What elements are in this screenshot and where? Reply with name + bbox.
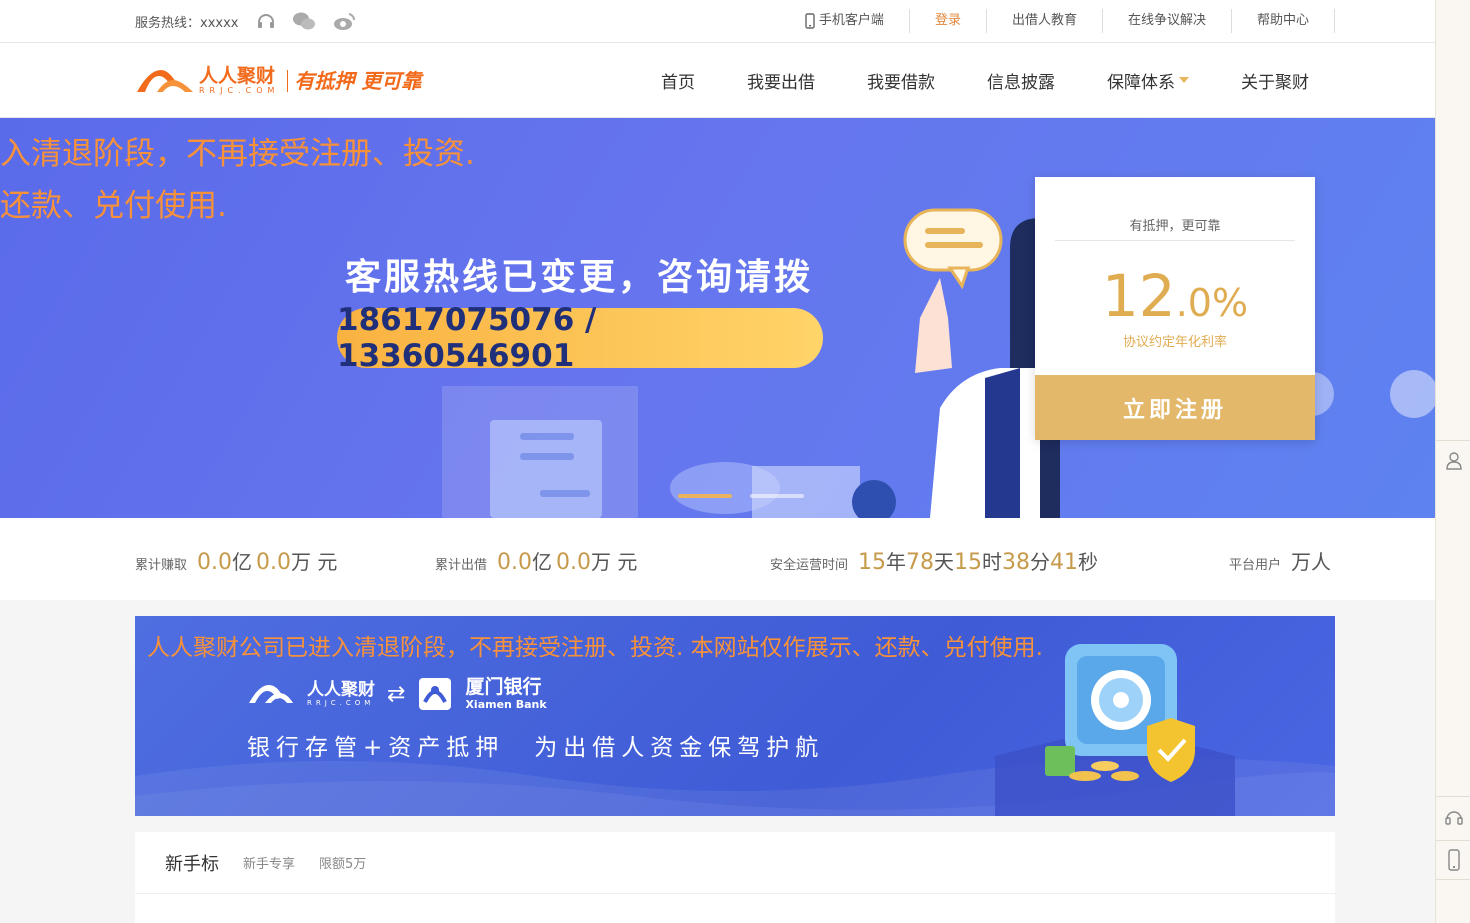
- top-bar: 服务热线：xxxxx 手机客户端 登录 出借人教育 在线争议解决 帮助中心: [0, 0, 1435, 43]
- stat-earned-wan: 0.0: [256, 550, 292, 575]
- banner-phone-pill: 18617075076 / 13360546901: [337, 302, 823, 374]
- product-header: 新手标 新手专享 限额5万: [135, 832, 1335, 894]
- lender-education-link[interactable]: 出借人教育: [987, 9, 1103, 33]
- uptime-minutes: 38: [1002, 550, 1031, 575]
- main-nav: 首页 我要出借 我要借款 信息披露 保障体系 关于聚财: [609, 43, 1309, 117]
- product-tag-newbie: 新手专享: [243, 857, 296, 872]
- stat-lent-wan-unit: 万 元: [591, 550, 638, 574]
- uptime-hours: 15: [954, 550, 983, 575]
- sidebar-service-button[interactable]: [1436, 796, 1470, 836]
- nav-disclosure[interactable]: 信息披露: [987, 68, 1055, 93]
- nav-security-label: 保障体系: [1107, 72, 1175, 93]
- user-icon: [1445, 451, 1462, 470]
- help-center-link[interactable]: 帮助中心: [1232, 9, 1335, 33]
- bank-name: 厦门银行: [465, 676, 542, 698]
- bank-tagline-1: 银行存管+资产抵押: [247, 735, 505, 761]
- register-card: 有抵押，更可靠 12.0% 协议约定年化利率 立即注册: [1035, 177, 1315, 440]
- stat-lent-wan: 0.0: [556, 550, 592, 575]
- uptime-days: 78: [906, 550, 935, 575]
- bank-custody-banner[interactable]: 人人聚财公司已进入清退阶段，不再接受注册、投资. 本网站仅作展示、还款、兑付使用…: [135, 616, 1335, 816]
- uptime-minutes-unit: 分: [1030, 550, 1051, 574]
- mobile-phone-icon: [805, 13, 815, 29]
- stat-uptime-label: 安全运营时间: [770, 558, 849, 573]
- banner-notice-line1: 入清退阶段，不再接受注册、投资.: [0, 136, 475, 172]
- mobile-client-label: 手机客户端: [818, 13, 884, 28]
- main-navbar: 人人聚财 RRJC.COM 有抵押 更可靠 首页 我要出借 我要借款 信息披露 …: [0, 43, 1435, 118]
- stat-users: 平台用户 万人: [1229, 546, 1331, 575]
- uptime-days-unit: 天: [934, 550, 955, 574]
- mobile-client-link[interactable]: 手机客户端: [780, 9, 910, 33]
- uptime-years: 15: [858, 550, 887, 575]
- wechat-icon[interactable]: [292, 10, 316, 32]
- logo-text: 人人聚财: [199, 64, 276, 87]
- register-button[interactable]: 立即注册: [1035, 375, 1315, 440]
- xiamen-bank-logo-icon: [419, 678, 452, 710]
- product-title: 新手标: [165, 853, 219, 875]
- bank-tagline: 银行存管+资产抵押 为出借人资金保驾护航: [247, 728, 824, 762]
- logo-slogan: 有抵押 更可靠: [287, 70, 421, 92]
- carousel-dot-active[interactable]: [678, 494, 732, 498]
- stat-users-label: 平台用户: [1229, 558, 1282, 573]
- stat-earned: 累计赚取 0.0 亿 0.0 万 元: [135, 546, 337, 575]
- logo-mark-icon: [137, 70, 193, 92]
- newbie-product-section: 新手标 新手专享 限额5万: [135, 832, 1335, 923]
- partner-rrjc-domain: RRJC.COM: [307, 698, 375, 707]
- banner-title: 客服热线已变更，咨询请拨: [345, 257, 814, 298]
- platform-stats: 累计赚取 0.0 亿 0.0 万 元 累计出借 0.0 亿 0.0 万 元 安全…: [0, 518, 1435, 600]
- stat-earned-yi: 0.0: [197, 550, 233, 575]
- sidebar-mobile-button[interactable]: [1436, 840, 1470, 880]
- bank-banner-notice: 人人聚财公司已进入清退阶段，不再接受注册、投资. 本网站仅作展示、还款、兑付使用…: [147, 635, 1043, 661]
- stat-earned-label: 累计赚取: [135, 558, 188, 573]
- stat-earned-yi-unit: 亿: [232, 550, 253, 574]
- swap-arrows-icon: ⇄: [387, 681, 406, 707]
- right-sidebar: [1435, 0, 1470, 923]
- partner-logos: 人人聚财 RRJC.COM ⇄ 厦门银行 Xiamen Bank: [247, 676, 547, 712]
- weibo-icon[interactable]: [333, 10, 357, 32]
- uptime-seconds: 41: [1050, 550, 1079, 575]
- rate-decimal: .0%: [1175, 281, 1249, 325]
- mobile-phone-icon: [1447, 849, 1460, 871]
- stat-lent-label: 累计出借: [435, 558, 488, 573]
- bank-name-en: Xiamen Bank: [465, 698, 547, 711]
- banner-notice-line2: 还款、兑付使用.: [0, 188, 227, 224]
- stat-lent-yi: 0.0: [497, 550, 533, 575]
- nav-security-system[interactable]: 保障体系: [1107, 68, 1189, 93]
- register-card-slogan: 有抵押，更可靠: [1055, 215, 1295, 241]
- interest-rate: 12.0%: [1035, 262, 1315, 330]
- product-tag-limit: 限额5万: [319, 857, 367, 872]
- site-logo[interactable]: 人人聚财 RRJC.COM 有抵押 更可靠: [135, 61, 421, 101]
- uptime-hours-unit: 时: [982, 550, 1003, 574]
- headset-icon: [1444, 810, 1463, 825]
- stat-lent: 累计出借 0.0 亿 0.0 万 元: [435, 546, 637, 575]
- uptime-years-unit: 年: [886, 550, 907, 574]
- login-link[interactable]: 登录: [910, 9, 987, 33]
- logo-domain: RRJC.COM: [199, 85, 280, 95]
- top-links: 手机客户端 登录 出借人教育 在线争议解决 帮助中心: [780, 0, 1335, 42]
- partner-rrjc-name: 人人聚财: [307, 679, 375, 700]
- bank-tagline-2: 为出借人资金保驾护航: [534, 735, 825, 761]
- stat-users-unit: 万人: [1291, 550, 1332, 574]
- headset-icon[interactable]: [254, 10, 278, 32]
- nav-lend[interactable]: 我要出借: [747, 68, 815, 93]
- dispute-resolution-link[interactable]: 在线争议解决: [1103, 9, 1232, 33]
- rate-label: 协议约定年化利率: [1122, 335, 1227, 350]
- stat-lent-yi-unit: 亿: [532, 550, 553, 574]
- sidebar-user-button[interactable]: [1436, 440, 1470, 480]
- stat-uptime: 安全运营时间 15 年 78 天 15 时 38 分 41 秒: [770, 546, 1098, 575]
- nav-about[interactable]: 关于聚财: [1241, 68, 1309, 93]
- hotline-text: 服务热线：xxxxx: [135, 16, 239, 31]
- rrjc-logo-icon: [249, 685, 293, 703]
- carousel-dot[interactable]: [750, 494, 804, 498]
- nav-home[interactable]: 首页: [661, 68, 695, 93]
- uptime-seconds-unit: 秒: [1078, 550, 1099, 574]
- stat-earned-wan-unit: 万 元: [291, 550, 338, 574]
- banner-phones: 18617075076 / 13360546901: [337, 302, 597, 374]
- chevron-down-icon: [1179, 77, 1189, 83]
- rate-integer: 12: [1101, 262, 1176, 330]
- nav-borrow[interactable]: 我要借款: [867, 68, 935, 93]
